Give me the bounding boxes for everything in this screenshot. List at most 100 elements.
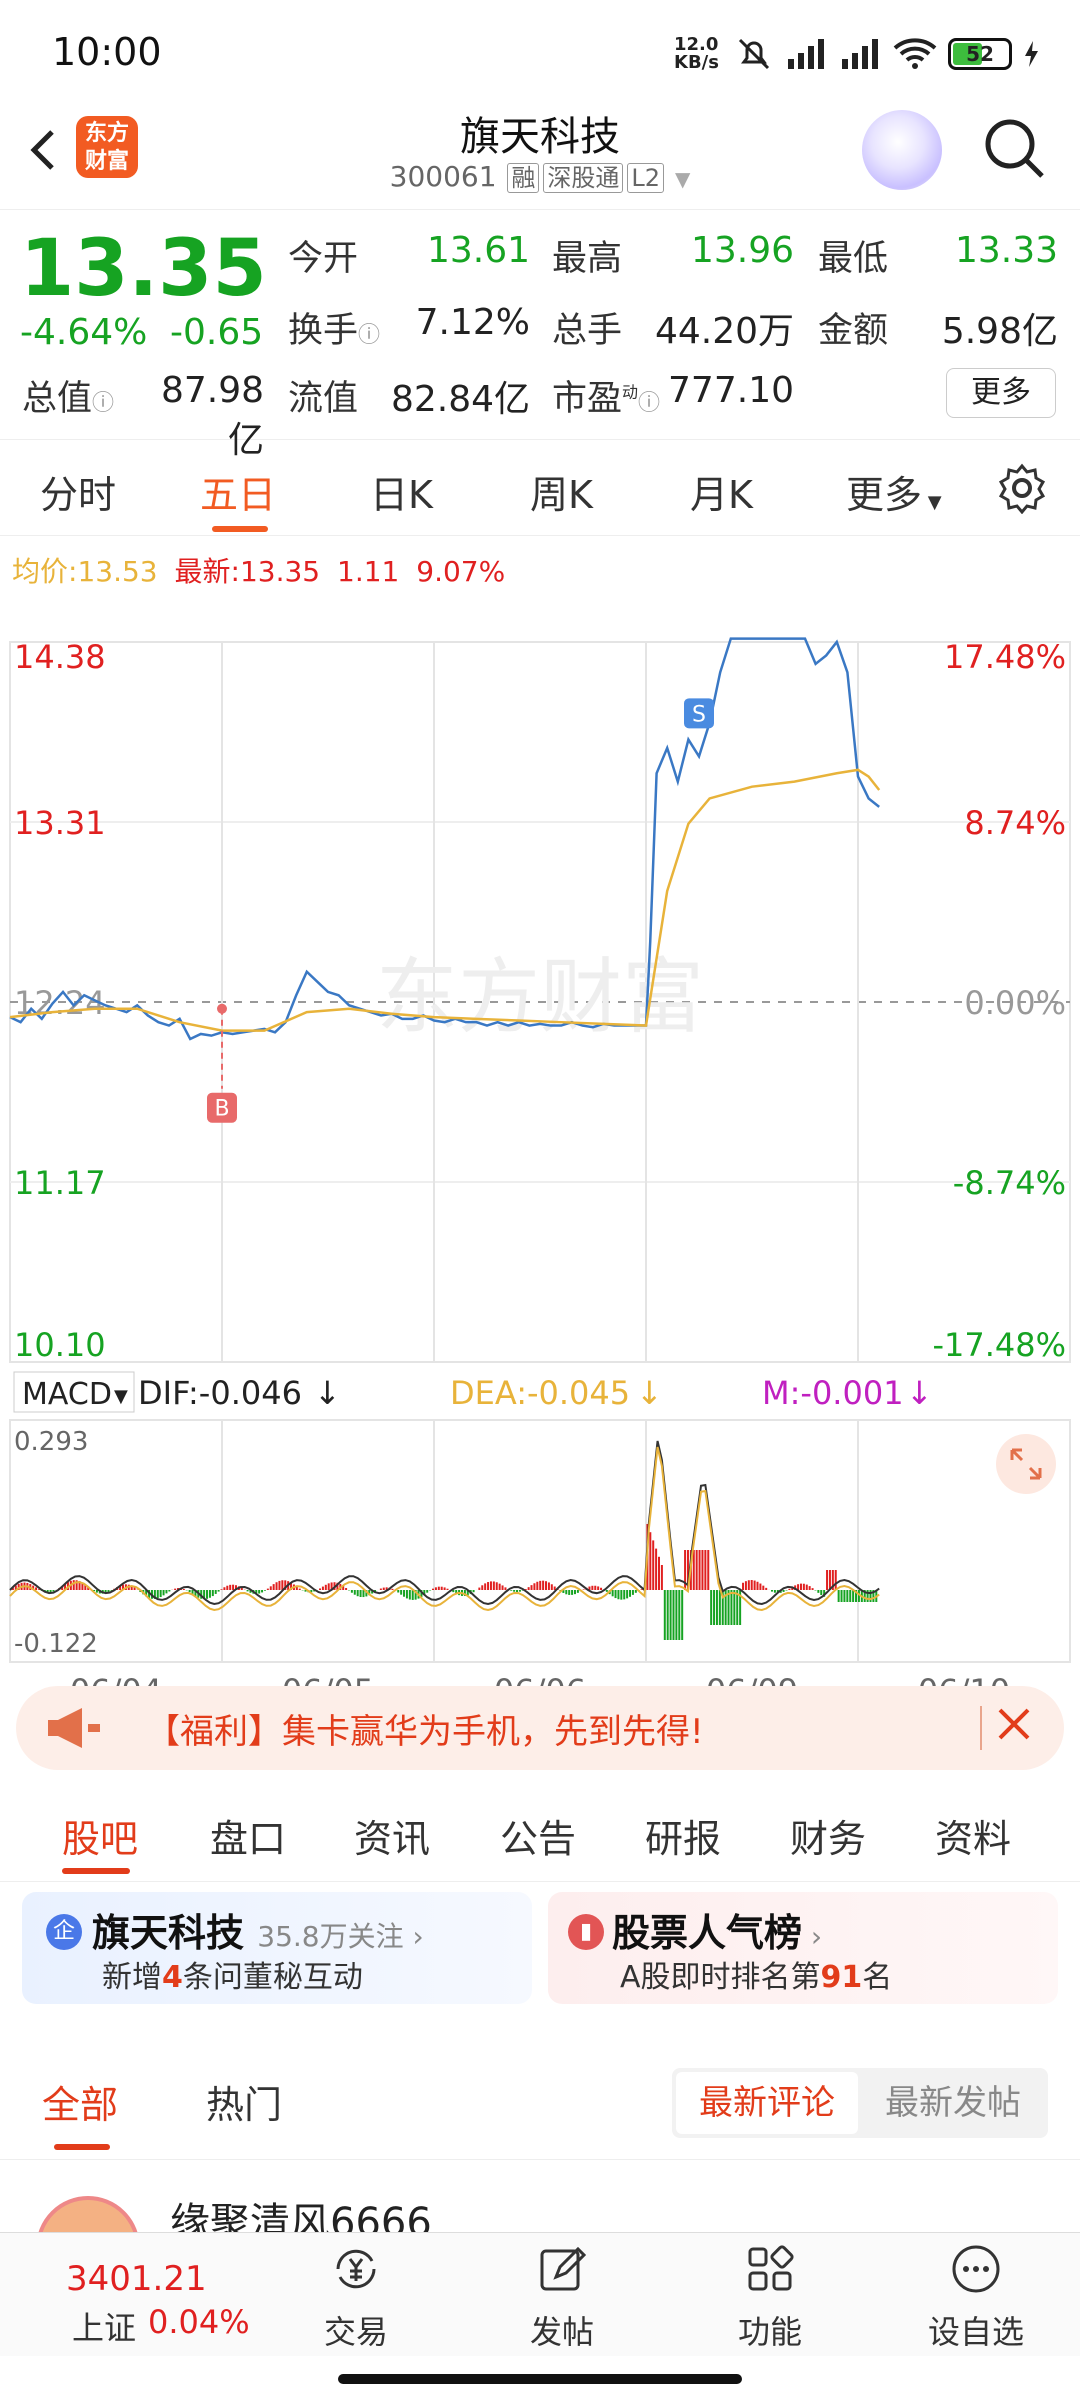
avg-value: 13.53	[77, 555, 158, 588]
post-item[interactable]: 缘聚清风6666	[0, 2160, 1080, 2240]
stock-header: 东方财富 旗天科技 300061 融深股通 L2 ▼	[0, 100, 1080, 210]
content-tabs: 股吧 盘口 资讯 公告 研报 财务 资料	[0, 1782, 1080, 1882]
settings-gear-icon[interactable]	[996, 462, 1048, 514]
info-icon: ⓘ	[92, 391, 115, 416]
latest-value: 13.35	[239, 555, 321, 588]
company-card[interactable]: 企 旗天科技 35.8万关注 › 新增4条问董秘互动	[22, 1892, 532, 2004]
chevron-right-icon: ›	[802, 1920, 823, 1953]
ranking-icon: ▮	[568, 1914, 604, 1950]
buy-marker-dot	[217, 1003, 227, 1014]
tab-monthly-k[interactable]: 月K	[690, 464, 753, 519]
period-tabs: 分时 五日 日K 周K 月K 更多 ▼	[0, 440, 1080, 536]
avg-label: 均价:	[12, 555, 78, 588]
label-high: 最高	[552, 239, 623, 279]
macd-dea: DEA:-0.045	[450, 1374, 630, 1412]
tab-more[interactable]: 更多 ▼	[846, 464, 942, 519]
tab-announcements[interactable]: 公告	[500, 1808, 576, 1863]
tab-profile[interactable]: 资料	[935, 1808, 1011, 1863]
label-volume: 总手	[552, 311, 623, 351]
tag-margin: 融	[507, 163, 540, 193]
tag-l2: L2	[627, 163, 665, 193]
search-icon[interactable]	[980, 114, 1050, 184]
y-tick-right: 8.74%	[964, 804, 1066, 842]
buy-marker-label: B	[214, 1097, 229, 1122]
popularity-card[interactable]: ▮ 股票人气榜 › A股即时排名第91名	[548, 1892, 1058, 2004]
yuan-exchange-icon	[336, 2249, 376, 2289]
tab-order-book[interactable]: 盘口	[210, 1808, 286, 1863]
macd-ymin: -0.122	[14, 1629, 98, 1659]
label-pe[interactable]: 市盈动ⓘ	[552, 370, 660, 421]
tab-daily-k[interactable]: 日K	[370, 464, 433, 519]
feed-tabs: 全部 热门 最新评论 最新发帖	[0, 2040, 1080, 2160]
macd-dif-line	[9, 1440, 880, 1606]
battery-icon: 52	[948, 38, 1012, 70]
nav-post[interactable]: 发帖	[492, 2233, 632, 2357]
assistant-avatar-icon[interactable]	[862, 110, 942, 190]
chevron-right-icon: ›	[403, 1920, 424, 1953]
change-amount: -0.65	[170, 312, 264, 353]
label-total-cap[interactable]: 总值ⓘ	[22, 370, 114, 421]
tab-research[interactable]: 研报	[645, 1808, 721, 1863]
label-low: 最低	[818, 239, 889, 279]
caret-icon: ▼	[114, 1386, 128, 1407]
promo-text: 【福利】集卡赢华为手机，先到先得!	[146, 1712, 704, 1752]
follow-count: 35.8万关注	[257, 1920, 404, 1953]
tab-intraday[interactable]: 分时	[40, 464, 116, 519]
tab-financials[interactable]: 财务	[790, 1808, 866, 1863]
label-turnover[interactable]: 换手ⓘ	[288, 302, 380, 353]
tab-hot[interactable]: 热门	[206, 2074, 282, 2129]
macd-dif: DIF:-0.046	[138, 1374, 302, 1412]
current-price: 13.35	[20, 224, 267, 314]
index-name: 上证	[72, 2309, 137, 2347]
active-tab-underline	[212, 526, 268, 532]
quote-panel: 13.35 -4.64% -0.65 今开 13.61 最高 13.96 最低 …	[0, 210, 1080, 461]
signal-icon	[788, 39, 824, 69]
popularity-card-title: 股票人气榜 ›	[612, 1911, 823, 1955]
edit-icon	[540, 2246, 587, 2291]
popularity-card-subtitle: A股即时排名第91名	[620, 1960, 893, 1995]
caret-icon: ▼	[922, 492, 942, 513]
nav-functions[interactable]: 功能	[700, 2233, 840, 2357]
change-percent: -4.64%	[20, 312, 148, 353]
more-button[interactable]: 更多	[946, 368, 1056, 418]
nav-trade[interactable]: 交易	[286, 2233, 426, 2357]
macd-label[interactable]: MACD	[22, 1377, 112, 1412]
sort-latest-comments[interactable]: 最新评论	[676, 2072, 858, 2134]
y-tick-right: 0.00%	[964, 984, 1066, 1022]
expand-icon[interactable]	[996, 1434, 1056, 1494]
wifi-icon	[893, 38, 937, 69]
signal-icon-2	[842, 39, 878, 69]
index-change: 0.04%	[148, 2303, 250, 2341]
macd-m: M:-0.001	[762, 1374, 904, 1412]
index-value: 3401.21	[66, 2259, 207, 2299]
tab-five-day[interactable]: 五日	[200, 464, 276, 519]
nav-add-watchlist[interactable]: 设自选	[906, 2233, 1046, 2357]
company-card-title: 旗天科技 35.8万关注 ›	[92, 1911, 424, 1955]
five-day-chart[interactable]: 东方财富 14.38 17.48%13.31 8.74%12.24 0.00%11.1…	[0, 590, 1080, 1790]
tab-weekly-k[interactable]: 周K	[530, 464, 593, 519]
label-float-cap: 流值	[288, 379, 359, 419]
net-speed: 12.0 KB/s	[674, 34, 719, 73]
sort-latest-posts[interactable]: 最新发帖	[862, 2072, 1044, 2134]
tab-all[interactable]: 全部	[42, 2074, 118, 2129]
bottom-nav: 3401.21 上证 0.04% 交易 发帖 功能 设自选	[0, 2232, 1080, 2356]
label-amount: 金额	[818, 311, 889, 351]
index-ticker[interactable]: 3401.21 上证 0.04%	[0, 2233, 260, 2357]
y-tick-left: 10.10	[14, 1326, 106, 1364]
status-bar: 10:00 12.0 KB/s 52	[0, 0, 1080, 100]
down-arrow-icon: ↓	[636, 1374, 663, 1412]
y-tick-right: 17.48%	[944, 638, 1066, 676]
tab-news[interactable]: 资讯	[354, 1808, 430, 1863]
company-icon: 企	[46, 1914, 82, 1950]
close-icon[interactable]	[992, 1702, 1036, 1746]
sort-segmented-control: 最新评论 最新发帖	[672, 2068, 1048, 2138]
status-icons: 12.0 KB/s 52	[674, 34, 1040, 74]
home-indicator[interactable]	[338, 2374, 742, 2384]
tab-forum[interactable]: 股吧	[62, 1808, 138, 1863]
macd-ymax: 0.293	[14, 1427, 88, 1457]
mute-bell-icon	[738, 38, 770, 70]
promo-banner[interactable]: 【福利】集卡赢华为手机，先到先得!	[16, 1686, 1064, 1770]
value-open: 13.61	[426, 230, 530, 271]
value-amount: 5.98亿	[941, 311, 1058, 352]
value-high: 13.96	[690, 230, 794, 271]
